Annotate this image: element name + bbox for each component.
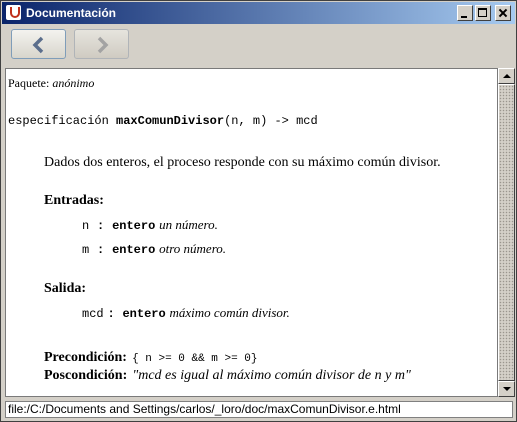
navigation-toolbar [2,24,515,68]
param-separator: : [97,219,105,233]
documentation-window: Documentación Paquete: anónimo especific… [0,0,517,422]
minimize-button[interactable] [457,5,473,21]
param-type: entero [112,243,156,257]
scroll-thumb[interactable] [498,84,515,381]
postcondition-value: "mcd es igual al máximo común divisor de… [132,368,411,383]
scroll-up-button[interactable] [498,68,515,84]
arrow-right-icon [97,36,109,54]
title-bar[interactable]: Documentación [2,2,515,24]
precondition-label: Precondición: [44,350,127,365]
input-row: m : entero otro número. [82,241,226,257]
output-heading: Salida: [44,281,87,296]
window-controls [457,5,511,21]
param-name: n [82,219,90,233]
java-app-icon [6,5,21,20]
description: Dados dos enteros, el proceso responde c… [44,155,441,170]
inputs-heading: Entradas: [44,193,104,208]
precondition-line: Precondición: { n >= 0 && m >= 0} [44,346,257,366]
input-row: n : entero un número. [82,217,218,233]
package-line: Paquete: anónimo [8,76,94,91]
output-name: mcd [82,307,104,321]
specification-line: especificación maxComunDivisor(n, m) -> … [8,114,318,128]
param-description: un número. [159,217,218,232]
back-button[interactable] [11,29,66,59]
postcondition-line: Poscondición: "mcd es igual al máximo co… [44,364,411,384]
vertical-scrollbar[interactable] [498,68,515,397]
window-title: Documentación [26,6,117,20]
forward-button[interactable] [74,29,129,59]
output-description: máximo común divisor. [169,305,290,320]
postcondition-label: Poscondición: [44,368,128,383]
signature-rest: (n, m) -> mcd [224,114,318,128]
arrow-left-icon [32,36,44,54]
package-label: Paquete: [8,76,50,90]
param-separator: : [97,243,105,257]
status-bar: file:/C:/Documents and Settings/carlos/_… [5,401,513,418]
param-name: m [82,243,90,257]
scroll-down-button[interactable] [498,381,515,397]
package-value: anónimo [52,76,95,90]
function-name: maxComunDivisor [116,114,225,128]
param-description: otro número. [159,241,227,256]
documentation-pane[interactable]: Paquete: anónimo especificación maxComun… [5,68,498,397]
param-type: entero [112,219,156,233]
maximize-button[interactable] [475,5,491,21]
output-separator: : [107,307,115,321]
output-type: entero [122,307,166,321]
output-row: mcd : entero máximo común divisor. [82,305,290,321]
spec-keyword: especificación [8,114,109,128]
close-button[interactable] [495,5,511,21]
